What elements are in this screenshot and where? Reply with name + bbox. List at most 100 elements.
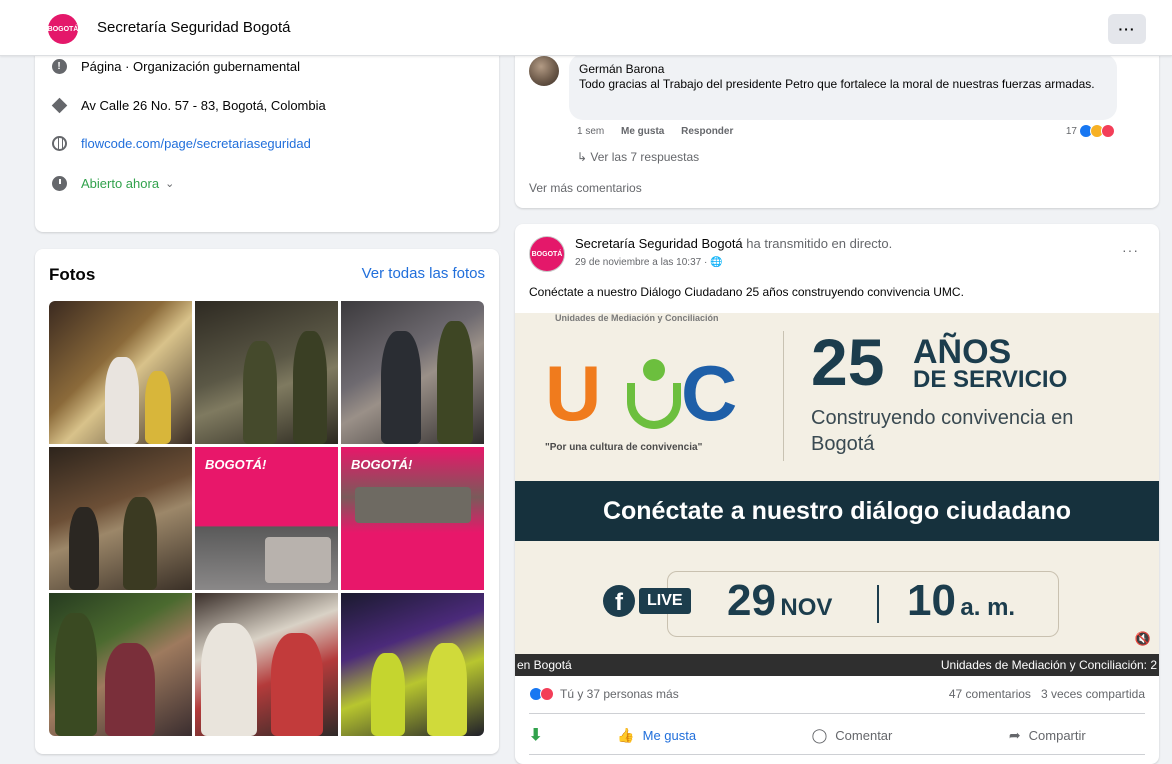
post-counts: 47 comentarios 3 veces compartida bbox=[949, 687, 1145, 701]
ticker-right: Unidades de Mediación y Conciliación: 2 bbox=[940, 658, 1157, 672]
comment-bubble: Germán Barona Todo gracias al Trabajo de… bbox=[569, 54, 1117, 120]
live-date-month: NOV bbox=[780, 594, 833, 621]
anniversary-anos: AÑOS bbox=[913, 333, 1012, 371]
comment-like-link[interactable]: Me gusta bbox=[621, 126, 664, 137]
photo-tile[interactable] bbox=[341, 301, 484, 444]
photo-tile[interactable]: BOGOTÁ! bbox=[341, 447, 484, 590]
post-author-avatar[interactable]: BOGOTÁ bbox=[529, 236, 565, 272]
post-actions: ⬇ 👍 Me gusta ◯ Comentar ➦ Compartir bbox=[529, 718, 1145, 752]
photo-tile[interactable] bbox=[49, 301, 192, 444]
photo-tile[interactable] bbox=[49, 447, 192, 590]
live-time-unit: a. m. bbox=[960, 594, 1016, 621]
comment-reply-link[interactable]: Responder bbox=[681, 126, 733, 137]
page-header-bar: BOGOTÁ Secretaría Seguridad Bogotá ··· bbox=[0, 0, 1172, 56]
intro-category: Página · Organización gubernamental bbox=[81, 58, 300, 74]
video-banner: Conéctate a nuestro diálogo ciudadano bbox=[515, 481, 1159, 541]
photo-tile[interactable] bbox=[341, 593, 484, 736]
location-icon bbox=[51, 97, 67, 113]
comments-count[interactable]: 47 comentarios bbox=[949, 687, 1031, 701]
post-reactions-text: Tú y 37 personas más bbox=[560, 687, 679, 701]
globe-icon bbox=[51, 135, 67, 151]
video-banner-text: Conéctate a nuestro diálogo ciudadano bbox=[602, 496, 1072, 525]
comment-button-label: Comentar bbox=[835, 727, 893, 743]
intro-address-row: Av Calle 26 No. 57 - 83, Bogotá, Colombi… bbox=[51, 97, 326, 113]
comments-card: Germán Barona Todo gracias al Trabajo de… bbox=[515, 40, 1159, 208]
ticker-left: en Bogotá bbox=[517, 658, 572, 672]
intro-category-row: ! Página · Organización gubernamental bbox=[51, 58, 300, 74]
view-more-comments-link[interactable]: Ver más comentarios bbox=[529, 181, 642, 195]
post-avatar-text: BOGOTÁ bbox=[531, 250, 563, 258]
umc-logo-u: U bbox=[545, 349, 602, 437]
post-card: BOGOTÁ Secretaría Seguridad Bogotá ha tr… bbox=[515, 224, 1159, 764]
see-all-photos-link[interactable]: Ver todas las fotos bbox=[362, 265, 485, 282]
photo-tile[interactable]: BOGOTÁ! bbox=[195, 447, 338, 590]
umc-logo-c: C bbox=[681, 349, 738, 437]
video-top-line: Unidades de Mediación y Conciliación bbox=[555, 313, 719, 323]
video-divider bbox=[783, 331, 784, 461]
intro-hours-row: Abierto ahora ⌄ bbox=[51, 175, 174, 191]
love-reaction-icon bbox=[1101, 124, 1115, 138]
live-tag: LIVE bbox=[639, 588, 691, 614]
facebook-live-badge: f LIVE bbox=[603, 585, 691, 617]
umc-figure-icon bbox=[623, 359, 685, 429]
photo-tile[interactable] bbox=[195, 593, 338, 736]
info-icon: ! bbox=[51, 58, 67, 74]
post-header: Secretaría Seguridad Bogotá ha transmiti… bbox=[575, 236, 892, 251]
anniversary-servicio: DE SERVICIO bbox=[913, 366, 1068, 393]
comment-bubble-icon: ◯ bbox=[811, 726, 828, 743]
chevron-down-icon[interactable]: ⌄ bbox=[165, 177, 174, 190]
intro-address: Av Calle 26 No. 57 - 83, Bogotá, Colombi… bbox=[81, 97, 326, 113]
page-avatar-text: BOGOTÁ bbox=[47, 25, 79, 33]
clock-icon bbox=[51, 175, 67, 191]
commenter-avatar[interactable] bbox=[529, 56, 559, 86]
live-time-hour: 10 bbox=[907, 576, 956, 625]
shares-count[interactable]: 3 veces compartida bbox=[1041, 687, 1145, 701]
umc-slogan: "Por una cultura de convivencia" bbox=[545, 442, 703, 453]
date-time-separator bbox=[877, 585, 879, 623]
photo-grid: BOGOTÁ! BOGOTÁ! bbox=[49, 301, 484, 736]
umc-logo: U C bbox=[545, 343, 765, 443]
share-button[interactable]: ➦ Compartir bbox=[950, 727, 1145, 744]
more-options-button[interactable]: ··· bbox=[1108, 14, 1146, 44]
post-stats: Tú y 37 personas más 47 comentarios 3 ve… bbox=[529, 685, 1145, 705]
post-divider bbox=[529, 713, 1145, 714]
page-avatar[interactable]: BOGOTÁ bbox=[48, 14, 78, 44]
photos-title: Fotos bbox=[49, 265, 96, 284]
live-date: 29 NOV bbox=[727, 577, 832, 635]
post-author[interactable]: Secretaría Seguridad Bogotá bbox=[575, 236, 743, 251]
volume-mute-icon[interactable]: 🔇 bbox=[1135, 631, 1151, 647]
comment-button[interactable]: ◯ Comentar bbox=[754, 727, 949, 744]
intro-hours[interactable]: Abierto ahora bbox=[81, 176, 159, 191]
down-arrow-icon[interactable]: ⬇ bbox=[529, 725, 559, 745]
live-date-day: 29 bbox=[727, 576, 776, 625]
post-timestamp[interactable]: 29 de noviembre a las 10:37 · 🌐 bbox=[575, 257, 723, 268]
comment-author[interactable]: Germán Barona bbox=[579, 62, 1107, 76]
post-reactions[interactable]: Tú y 37 personas más bbox=[529, 687, 679, 701]
comment-reactions[interactable]: 17 bbox=[1066, 124, 1115, 138]
intro-website-link[interactable]: flowcode.com/page/secretariaseguridad bbox=[81, 136, 311, 151]
post-text: Conéctate a nuestro Diálogo Ciudadano 25… bbox=[529, 285, 964, 299]
live-time: 10 a. m. bbox=[907, 577, 1015, 635]
view-replies-link[interactable]: ↳ Ver las 7 respuestas bbox=[577, 150, 699, 164]
like-button-label: Me gusta bbox=[642, 727, 697, 743]
construyendo-text: Construyendo convivencia en Bogotá bbox=[811, 407, 1074, 455]
tile-caption: BOGOTÁ! bbox=[351, 457, 413, 472]
love-reaction-icon bbox=[540, 687, 554, 701]
intro-card: ! Página · Organización gubernamental Av… bbox=[35, 40, 499, 232]
comment-actions: 1 sem Me gusta Responder bbox=[577, 126, 733, 137]
post-action-text: ha transmitido en directo. bbox=[746, 236, 893, 251]
photos-card: Fotos Ver todas las fotos BOGOTÁ! BOGOTÁ… bbox=[35, 249, 499, 754]
page-name[interactable]: Secretaría Seguridad Bogotá bbox=[97, 19, 290, 36]
live-video-player[interactable]: Unidades de Mediación y Conciliación U C… bbox=[515, 313, 1159, 676]
thumbs-up-icon: 👍 bbox=[617, 726, 635, 743]
post-more-button[interactable]: ··· bbox=[1122, 242, 1139, 258]
share-button-label: Compartir bbox=[1028, 727, 1086, 743]
photo-tile[interactable] bbox=[49, 593, 192, 736]
photo-tile[interactable] bbox=[195, 301, 338, 444]
anniversary-number: 25 bbox=[811, 325, 885, 399]
comment-time[interactable]: 1 sem bbox=[577, 126, 604, 137]
post-divider-bottom bbox=[529, 754, 1145, 755]
like-button[interactable]: 👍 Me gusta bbox=[559, 727, 754, 744]
share-arrow-icon: ➦ bbox=[1008, 726, 1021, 743]
tile-caption: BOGOTÁ! bbox=[205, 457, 267, 472]
